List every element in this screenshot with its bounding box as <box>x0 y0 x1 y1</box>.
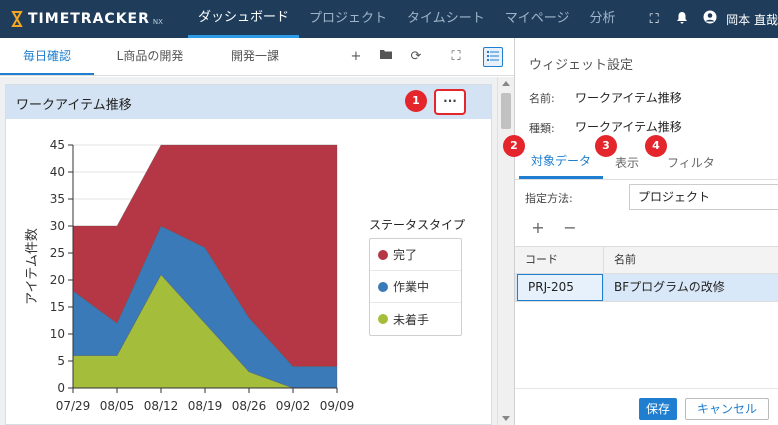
widget-settings-panel: ウィジェット設定 名前: ワークアイテム推移 種類: ワークアイテム推移 対象デ… <box>514 38 778 425</box>
legend-item[interactable]: 未着手 <box>370 303 461 335</box>
y-tick-label: 10 <box>50 327 65 341</box>
refresh-icon[interactable]: ⟳ <box>406 47 426 67</box>
tab-filter[interactable]: フィルタ <box>667 148 715 179</box>
type-label: 種類: <box>529 122 555 135</box>
logo-icon <box>11 11 23 27</box>
name-label: 名前: <box>529 92 555 105</box>
y-tick-label: 20 <box>50 273 65 287</box>
callout-badge-4: 4 <box>645 135 667 157</box>
nav-analysis[interactable]: 分析 <box>580 0 626 38</box>
y-tick-label: 30 <box>50 219 65 233</box>
legend-label: 作業中 <box>393 280 430 294</box>
column-header-name[interactable]: 名前 <box>604 247 778 273</box>
column-header-code[interactable]: コード <box>515 247 603 273</box>
y-tick-label: 15 <box>50 300 65 314</box>
callout-badge-2: 2 <box>503 135 525 157</box>
column-divider <box>603 246 604 302</box>
tab-display[interactable]: 表示 <box>615 148 639 179</box>
footer-divider <box>515 388 778 389</box>
legend-label: 未着手 <box>393 312 430 327</box>
legend-title: ステータスタイプ <box>369 218 466 232</box>
cancel-button[interactable]: キャンセル <box>685 398 769 420</box>
callout-badge-3: 3 <box>595 135 617 157</box>
x-tick-label: 07/29 <box>56 399 91 413</box>
name-value: ワークアイテム推移 <box>575 91 682 105</box>
y-tick-label: 45 <box>50 138 65 152</box>
callout-badge-1: 1 <box>405 90 427 112</box>
x-tick-label: 08/05 <box>100 399 135 413</box>
list-view-icon[interactable] <box>483 47 503 67</box>
tab-l-product[interactable]: L商品の開発 <box>100 38 200 75</box>
y-tick-label: 0 <box>57 381 65 395</box>
logo-sub: NX <box>152 18 163 26</box>
nav-dashboard[interactable]: ダッシュボード <box>188 0 300 38</box>
nav-mypage[interactable]: マイページ <box>495 0 580 38</box>
work-item-trend-widget: ワークアイテム推移 ··· 0 5 10 15 20 25 30 35 40 45 07/29 08/… <box>5 84 492 425</box>
fullscreen-icon[interactable]: ⛶ <box>640 12 668 27</box>
top-icons: ⛶ 岡本 直哉 <box>640 0 778 38</box>
legend-swatch <box>378 249 388 260</box>
add-icon[interactable]: + <box>346 47 366 67</box>
legend-swatch <box>378 281 388 292</box>
row-code-cell[interactable]: PRJ-205 <box>517 274 603 301</box>
logo-text: TIMETRACKER <box>28 11 150 27</box>
scroll-thumb[interactable] <box>501 93 511 129</box>
chart-legend: 完了 作業中 未着手 <box>369 238 462 336</box>
user-name[interactable]: 岡本 直哉 <box>726 11 778 28</box>
remove-row-button[interactable]: − <box>563 218 577 237</box>
main-nav: ダッシュボード プロジェクト タイムシート マイページ 分析 <box>188 0 626 38</box>
tab-target-data[interactable]: 対象データ <box>519 148 603 179</box>
nav-projects[interactable]: プロジェクト <box>299 0 397 38</box>
x-tick-label: 08/26 <box>232 399 267 413</box>
legend-item[interactable]: 作業中 <box>370 271 461 303</box>
table-row[interactable]: PRJ-205 BFプログラムの改修 <box>515 274 778 302</box>
x-tick-label: 08/12 <box>144 399 179 413</box>
y-tick-label: 25 <box>50 246 65 260</box>
scroll-down-arrow[interactable] <box>502 416 510 421</box>
y-tick-label: 35 <box>50 192 65 206</box>
method-select[interactable]: プロジェクト <box>629 184 778 210</box>
legend-item[interactable]: 完了 <box>370 239 461 271</box>
dashboard-tabs: 毎日確認 L商品の開発 開発一課 + ⟳ ⛶ <box>0 38 514 76</box>
settings-title: ウィジェット設定 <box>529 58 634 73</box>
bell-icon[interactable] <box>668 11 696 28</box>
app-logo[interactable]: TIMETRACKER NX <box>10 9 163 29</box>
type-value: ワークアイテム推移 <box>575 120 682 134</box>
y-tick-label: 5 <box>57 354 65 368</box>
legend-swatch <box>378 314 388 324</box>
grid-header: コード 名前 <box>515 246 778 274</box>
vertical-scrollbar[interactable] <box>497 77 514 425</box>
nav-timesheet[interactable]: タイムシート <box>397 0 495 38</box>
tab-dev-section[interactable]: 開発一課 <box>210 38 300 75</box>
top-navbar: TIMETRACKER NX ダッシュボード プロジェクト タイムシート マイペ… <box>0 0 778 38</box>
legend-label: 完了 <box>393 248 418 262</box>
x-tick-label: 09/02 <box>276 399 311 413</box>
x-tick-label: 09/09 <box>320 399 355 413</box>
row-name-cell[interactable]: BFプログラムの改修 <box>604 274 778 301</box>
dashboard-area: ワークアイテム推移 ··· 0 5 10 15 20 25 30 35 40 45 07/29 08/… <box>0 77 497 425</box>
folder-icon[interactable] <box>376 47 396 67</box>
y-tick-label: 40 <box>50 165 65 179</box>
save-button[interactable]: 保存 <box>639 398 677 420</box>
x-tick-label: 08/19 <box>188 399 223 413</box>
scroll-up-arrow[interactable] <box>502 81 510 86</box>
expand-icon[interactable]: ⛶ <box>446 47 466 67</box>
y-axis-label: アイテム件数 <box>25 228 40 305</box>
tab-daily-check[interactable]: 毎日確認 <box>0 38 94 75</box>
method-label: 指定方法: <box>525 192 573 205</box>
add-row-button[interactable]: + <box>531 218 545 237</box>
user-avatar-icon[interactable] <box>696 10 724 28</box>
